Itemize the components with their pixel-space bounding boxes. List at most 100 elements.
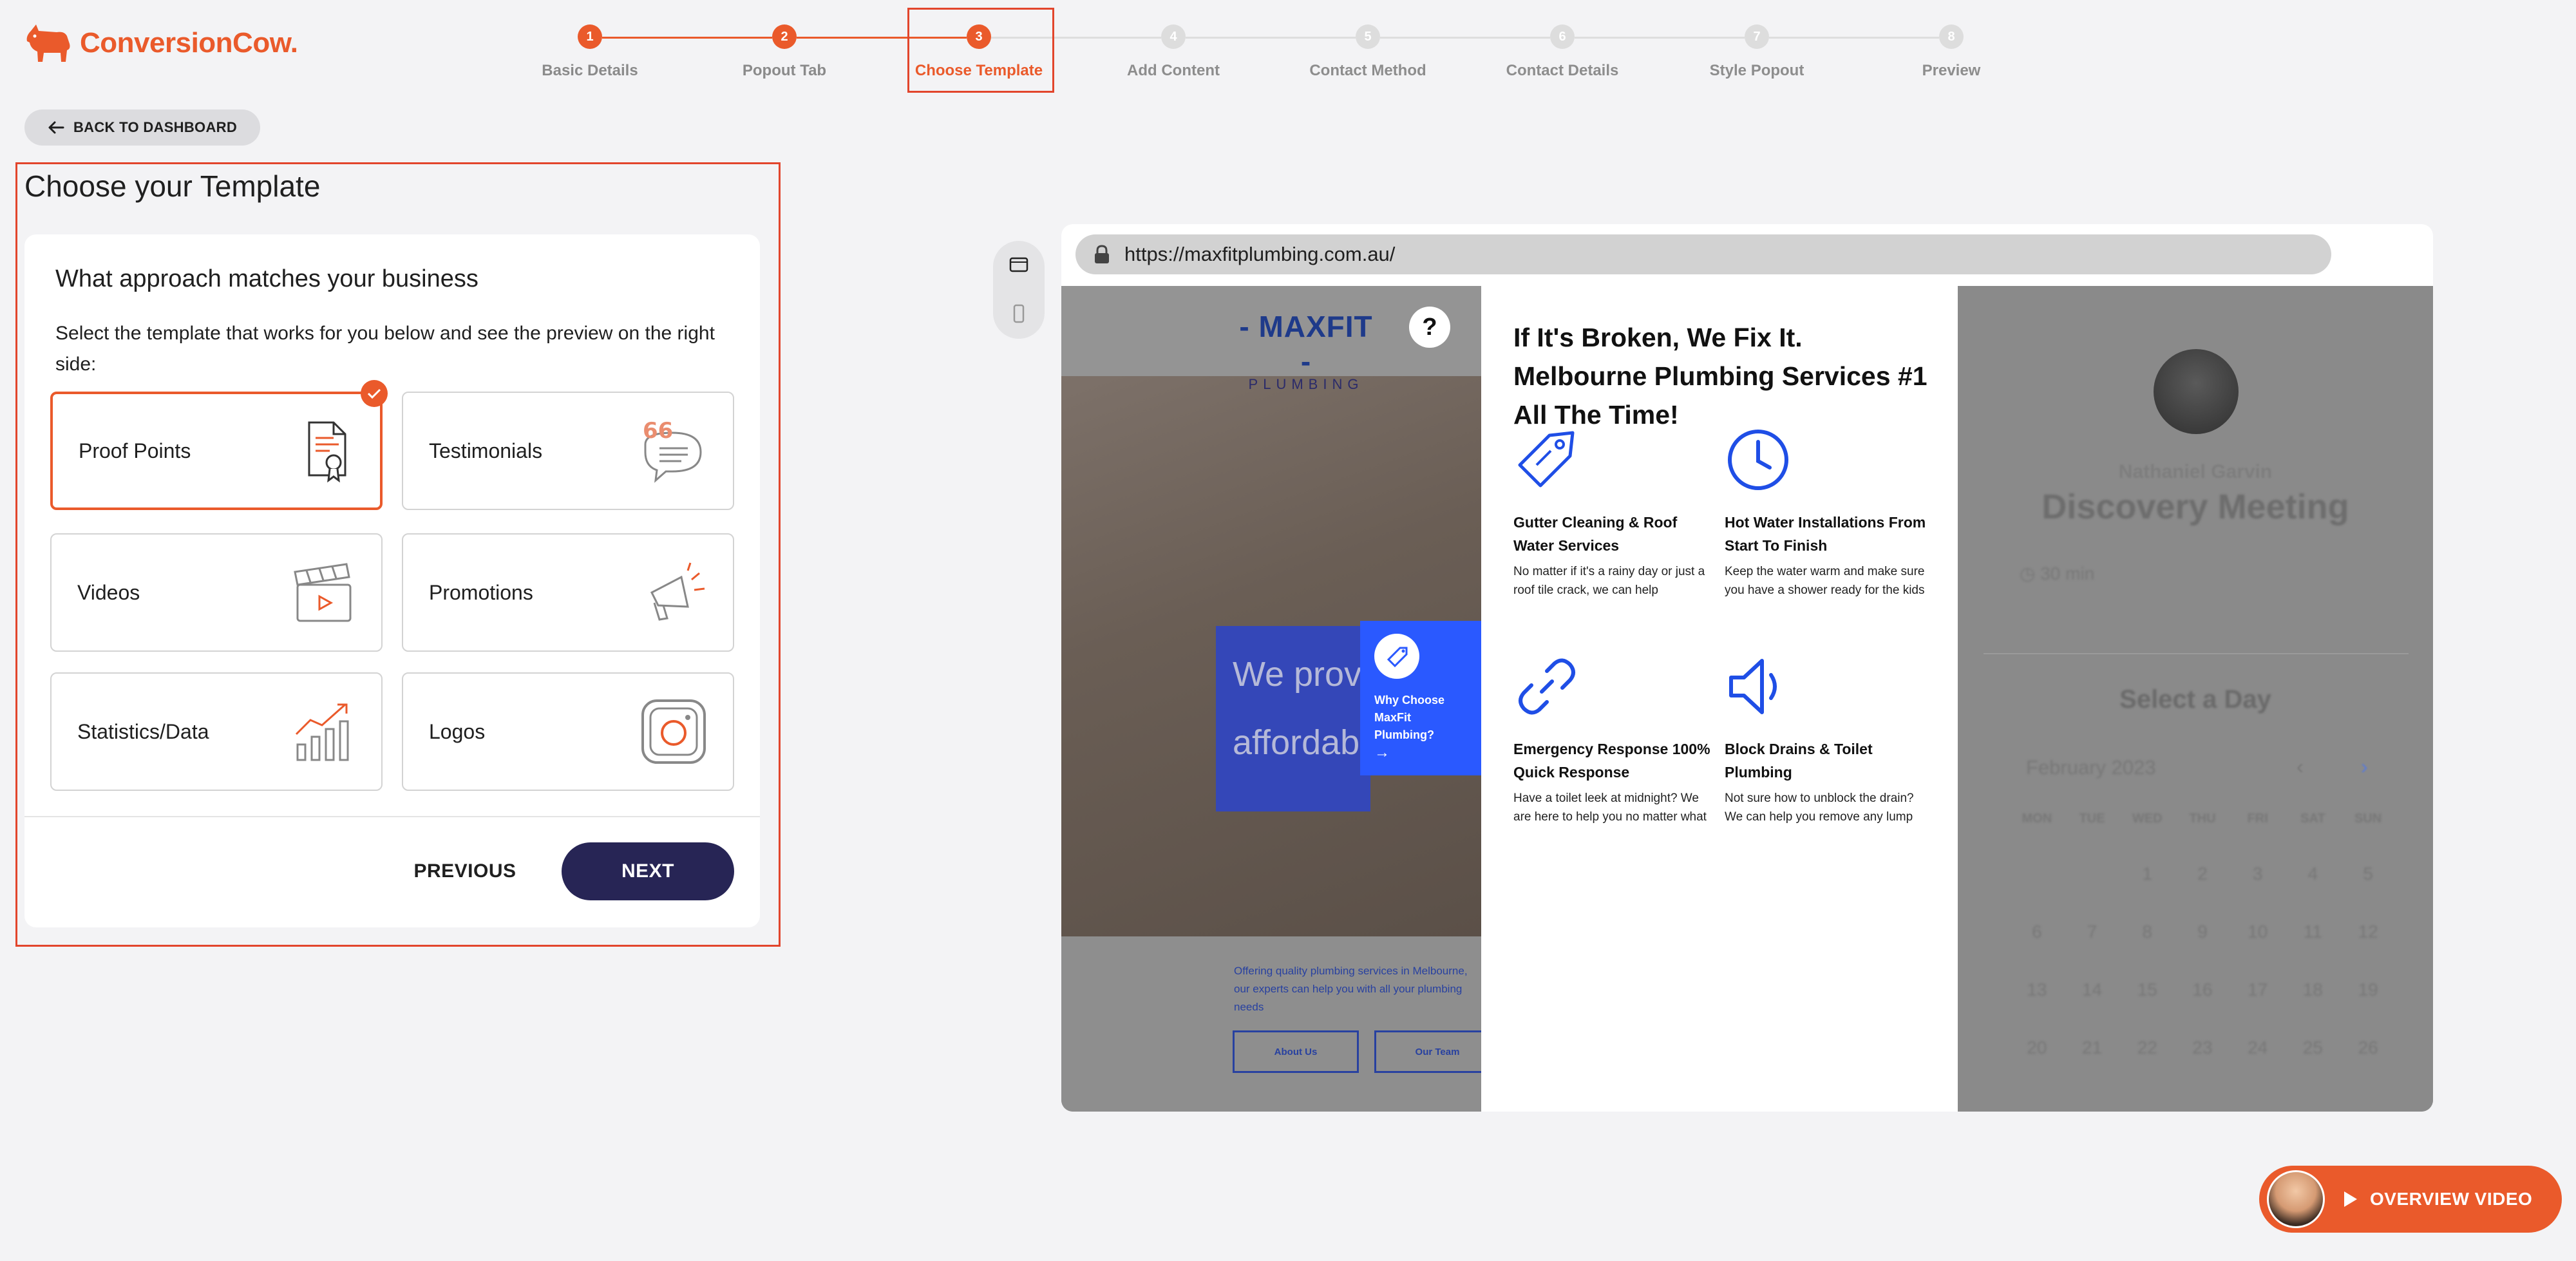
step-number: 8 [1939,24,1964,49]
bar-chart-icon [295,703,349,761]
calendar-date[interactable]: 21 [2065,1038,2120,1058]
step-preview[interactable]: 8 Preview [1868,24,2035,80]
step-number: 6 [1550,24,1575,49]
popout-tab[interactable]: Why Choose MaxFit Plumbing? → [1360,621,1481,775]
calendar-date[interactable]: 20 [2009,1038,2065,1058]
feature-desc: No matter if it's a rainy day or just a … [1513,565,1705,597]
step-choose-template[interactable]: 3 Choose Template [895,24,1063,80]
host-name: Nathaniel Garvin [2118,461,2273,482]
weekday-label: MON [2022,811,2052,826]
calendar-date[interactable]: 7 [2065,922,2120,942]
cow-icon [26,24,70,62]
card-divider [24,816,760,817]
website-preview: https://maxfitplumbing.com.au/ - MAXFIT … [1061,224,2433,1112]
next-month-icon[interactable]: › [2361,755,2368,779]
step-add-content[interactable]: 4 Add Content [1090,24,1257,80]
calendar-date[interactable]: 11 [2286,922,2341,942]
template-option-proof-points[interactable]: Proof Points [50,380,388,510]
step-label: Popout Tab [742,62,827,79]
feature-desc: Not sure how to unblock the drain? We ca… [1725,792,1914,824]
device-toggle [993,241,1045,339]
overview-label: OVERVIEW VIDEO [2370,1189,2533,1209]
weekday-label: SUN [2354,811,2382,826]
url-text: https://maxfitplumbing.com.au/ [1124,243,1396,265]
select-day-heading: Select a Day [2119,685,2271,714]
calendar-date[interactable]: 9 [2175,922,2230,942]
popout-title: If It's Broken, We Fix It. Melbourne Plu… [1513,323,1927,430]
instagram-logo-icon [641,699,706,764]
step-popout-tab[interactable]: 2 Popout Tab [701,24,868,80]
feature-title: Hot Water Installations From Start To Fi… [1725,514,1926,554]
calendar-date[interactable]: 26 [2340,1038,2396,1058]
calendar-date[interactable]: 15 [2119,980,2175,1000]
certificate-icon [308,421,346,483]
template-label: Statistics/Data [77,719,209,743]
host-avatar [2154,349,2239,434]
calendar-date[interactable]: 2 [2175,864,2230,884]
calendar-date[interactable]: 6 [2009,922,2065,942]
hero-text: We prov affordab [1233,640,1374,777]
template-option-testimonials[interactable]: Testimonials 66 [402,392,734,510]
step-label: Preview [1922,62,1981,79]
calendar-date[interactable]: 5 [2340,864,2396,884]
calendar-date[interactable]: 17 [2230,980,2286,1000]
calendar-date[interactable]: 24 [2230,1038,2286,1058]
template-option-logos[interactable]: Logos [402,672,734,791]
step-contact-details[interactable]: 6 Contact Details [1479,24,1646,80]
template-option-promotions[interactable]: Promotions [402,533,734,652]
calendar-date[interactable]: 16 [2175,980,2230,1000]
step-basic-details[interactable]: 1 Basic Details [506,24,674,80]
page-title: Choose your Template [24,169,321,203]
url-bar: https://maxfitplumbing.com.au/ [1075,234,2331,274]
calendar-date[interactable]: 18 [2286,980,2341,1000]
about-us-button[interactable]: About Us [1233,1030,1359,1073]
calendar-date[interactable]: 25 [2286,1038,2341,1058]
calendar-date[interactable]: 23 [2175,1038,2230,1058]
template-label: Proof Points [79,439,191,462]
calendar-date[interactable]: 19 [2340,980,2396,1000]
prev-month-icon[interactable]: ‹ [2297,755,2304,779]
step-label: Basic Details [542,62,638,79]
selected-check-icon [361,380,388,407]
calendar-date[interactable]: 12 [2340,922,2396,942]
weekday-label: WED [2132,811,2163,826]
hero-line-2: affordab [1233,723,1360,762]
arrow-right-icon: → [1374,744,1390,761]
site-canvas: - MAXFIT - PLUMBING ? We prov affordab W… [1061,286,2433,1112]
previous-button[interactable]: PREVIOUS [406,842,524,900]
calendar-date[interactable]: 10 [2230,922,2286,942]
step-style-popout[interactable]: 7 Style Popout [1673,24,1841,80]
mobile-view-icon[interactable] [1012,304,1025,323]
calendar-grid: MON TUE WED THU FRI SAT SUN 1 2 3 4 5 6 7 8 9 10 11 12 13 14… [2009,811,2396,1058]
calendar-date[interactable]: 14 [2065,980,2120,1000]
next-button[interactable]: NEXT [562,842,734,900]
duration-text: 30 min [2040,564,2095,583]
calendar-date[interactable]: 8 [2119,922,2175,942]
template-option-videos[interactable]: Videos [50,533,383,652]
step-contact-method[interactable]: 5 Contact Method [1284,24,1452,80]
desktop-view-icon[interactable] [1009,256,1028,273]
calendar-date[interactable]: 13 [2009,980,2065,1000]
logo-main: - MAXFIT - [1239,310,1373,378]
brand-logo[interactable]: ConversionCow. [24,22,298,64]
booking-widget: Nathaniel Garvin Discovery Meeting ◷ 30 … [1958,286,2433,1112]
overview-video-button[interactable]: OVERVIEW VIDEO [2259,1166,2562,1233]
step-number: 1 [578,24,602,49]
feature-emergency: Emergency Response 100% Quick Response H… [1513,653,1719,826]
calendar-date[interactable]: 4 [2286,864,2341,884]
feature-desc: Keep the water warm and make sure you ha… [1725,565,1925,597]
calendar-date[interactable]: 1 [2119,864,2175,884]
help-icon[interactable]: ? [1409,307,1450,348]
calendar-date [2009,864,2065,884]
back-to-dashboard-button[interactable]: BACK TO DASHBOARD [24,109,260,146]
template-label: Logos [429,719,486,743]
weekday-label: SAT [2300,811,2325,826]
tag-icon [1518,431,1575,488]
calendar-date[interactable]: 3 [2230,864,2286,884]
step-label: Style Popout [1709,62,1804,79]
clapperboard-icon [294,563,352,622]
calendar-date[interactable]: 22 [2119,1038,2175,1058]
tag-icon [1374,634,1419,679]
booking-divider [1984,653,2409,654]
template-option-statistics[interactable]: Statistics/Data [50,672,383,791]
